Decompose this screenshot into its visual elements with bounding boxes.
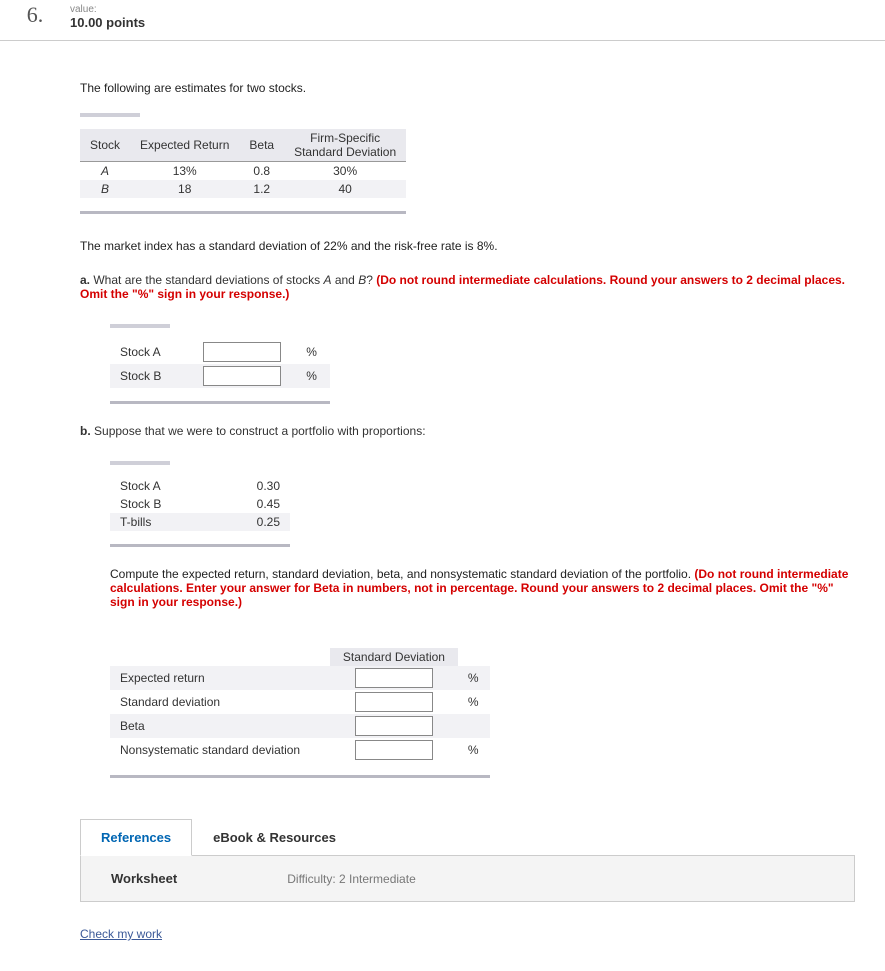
- stock-estimates-table: Stock Expected Return Beta Firm-Specific…: [80, 129, 406, 198]
- table-accent: [80, 113, 140, 117]
- tab-ebook-resources[interactable]: eBook & Resources: [192, 819, 357, 856]
- col-beta: Beta: [239, 129, 284, 162]
- part-b-answer-table: Standard Deviation Expected return % Sta…: [110, 624, 855, 778]
- answer-row: Beta: [110, 714, 490, 738]
- col-stock: Stock: [80, 129, 130, 162]
- table-accent: [110, 461, 170, 465]
- tabs-area: References eBook & Resources Worksheet D…: [80, 818, 855, 902]
- answer-row: Expected return %: [110, 666, 490, 690]
- answer-row: Stock B %: [110, 364, 330, 388]
- expected-return-input[interactable]: [355, 668, 433, 688]
- intro-text: The following are estimates for two stoc…: [80, 81, 855, 95]
- worksheet-label[interactable]: Worksheet: [111, 871, 177, 886]
- part-a-answer-table: Stock A % Stock B %: [110, 316, 855, 404]
- table-row: T-bills0.25: [110, 513, 290, 531]
- standard-deviation-input[interactable]: [355, 692, 433, 712]
- answer-row: Nonsystematic standard deviation %: [110, 738, 490, 762]
- question-content: The following are estimates for two stoc…: [0, 41, 885, 971]
- market-statement: The market index has a standard deviatio…: [80, 239, 855, 253]
- tab-references[interactable]: References: [80, 819, 192, 856]
- answer-row: Stock A %: [110, 340, 330, 364]
- check-my-work-link[interactable]: Check my work: [80, 927, 162, 941]
- tab-panel-references: Worksheet Difficulty: 2 Intermediate: [80, 856, 855, 902]
- col-standard-deviation: Standard Deviation: [330, 648, 458, 666]
- tabs: References eBook & Resources: [80, 818, 855, 856]
- difficulty-label: Difficulty: 2 Intermediate: [287, 872, 416, 886]
- nonsystematic-sd-input[interactable]: [355, 740, 433, 760]
- points-value: 10.00 points: [70, 15, 145, 30]
- stock-a-sd-input[interactable]: [203, 342, 281, 362]
- value-block: value: 10.00 points: [70, 4, 145, 30]
- part-b-compute: Compute the expected return, standard de…: [110, 567, 855, 609]
- col-expected-return: Expected Return: [130, 129, 239, 162]
- question-header: 6. value: 10.00 points: [0, 0, 885, 41]
- stock-b-sd-input[interactable]: [203, 366, 281, 386]
- part-a-letter: a.: [80, 273, 90, 287]
- table-accent: [110, 324, 170, 328]
- stock-estimates-table-wrap: Stock Expected Return Beta Firm-Specific…: [80, 105, 406, 214]
- table-row: Stock A0.30: [110, 477, 290, 495]
- question-number: 6.: [0, 4, 70, 26]
- part-a-question-prefix: What are the standard deviations of stoc…: [93, 273, 323, 287]
- col-firm-sd: Firm-SpecificStandard Deviation: [284, 129, 406, 162]
- answer-row: Standard deviation %: [110, 690, 490, 714]
- beta-input[interactable]: [355, 716, 433, 736]
- table-row: A 13% 0.8 30%: [80, 162, 406, 181]
- value-label: value:: [70, 4, 145, 15]
- table-row: B 18 1.2 40: [80, 180, 406, 198]
- part-b-letter: b.: [80, 424, 91, 438]
- proportions-table-wrap: Stock A0.30 Stock B0.45 T-bills0.25: [110, 453, 855, 547]
- part-b-question: Suppose that we were to construct a port…: [94, 424, 426, 438]
- part-b: b. Suppose that we were to construct a p…: [80, 424, 855, 438]
- table-row: Stock B0.45: [110, 495, 290, 513]
- part-a: a. What are the standard deviations of s…: [80, 273, 855, 301]
